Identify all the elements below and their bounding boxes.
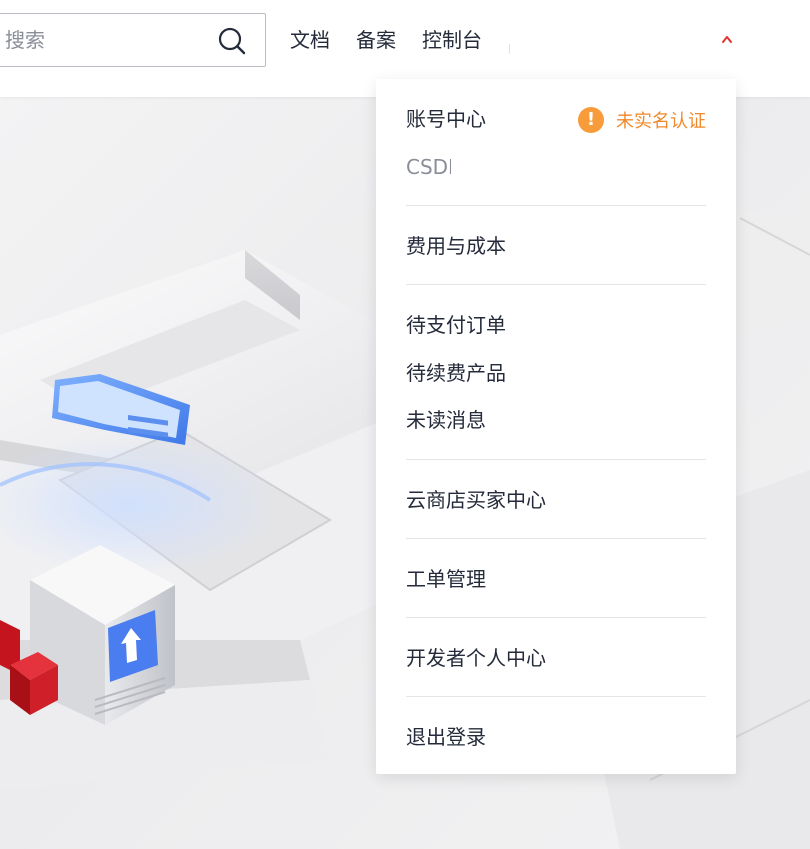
menu-item-developer-center[interactable]: 开发者个人中心 [406,644,546,672]
account-dropdown-menu: 账号中心 ! 未实名认证 CSDN 费用与成本 待支付订单 待续费产品 未读消息… [376,79,736,774]
search-input[interactable] [5,14,205,66]
menu-divider [406,538,706,539]
menu-item-tickets[interactable]: 工单管理 [406,565,486,593]
chevron-up-icon[interactable] [718,32,736,46]
menu-item-pending-orders[interactable]: 待支付订单 [406,311,506,339]
search-box [0,13,266,67]
menu-divider [406,617,706,618]
menu-item-pending-renewals[interactable]: 待续费产品 [406,359,506,387]
nav-console-link[interactable]: 控制台 [422,26,482,54]
warning-icon: ! [578,107,604,133]
search-icon[interactable] [217,26,247,56]
menu-item-marketplace[interactable]: 云商店买家中心 [406,486,546,514]
menu-divider [406,205,706,206]
verify-status-text: 未实名认证 [616,111,706,132]
menu-item-billing[interactable]: 费用与成本 [406,232,506,260]
menu-divider [406,459,706,460]
real-name-verify-link[interactable]: ! 未实名认证 [578,106,706,134]
nav-divider [509,44,510,54]
menu-divider [406,696,706,697]
account-center-title[interactable]: 账号中心 [406,105,486,133]
account-username: CSDN [406,155,451,179]
menu-item-unread-messages[interactable]: 未读消息 [406,406,486,434]
menu-divider [406,284,706,285]
menu-item-logout[interactable]: 退出登录 [406,723,486,751]
nav-beian-link[interactable]: 备案 [356,26,396,54]
nav-docs-link[interactable]: 文档 [290,26,330,54]
